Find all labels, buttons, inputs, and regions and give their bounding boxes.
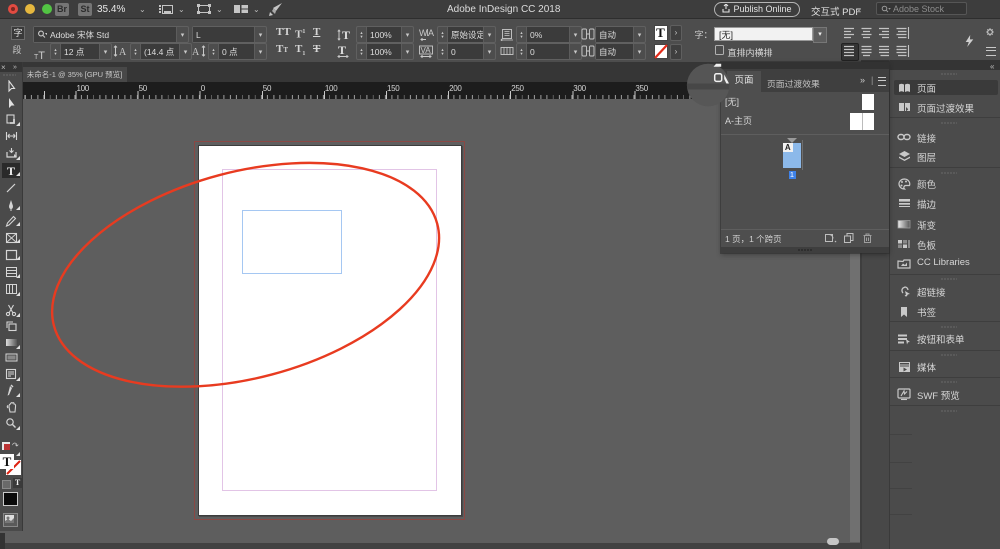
svg-text:W: W: [419, 28, 428, 38]
svg-text:VA: VA: [421, 46, 432, 55]
svg-text:A: A: [192, 47, 200, 57]
svg-text:A: A: [119, 47, 127, 57]
svg-text:A: A: [428, 28, 434, 38]
svg-text:T: T: [342, 28, 350, 41]
